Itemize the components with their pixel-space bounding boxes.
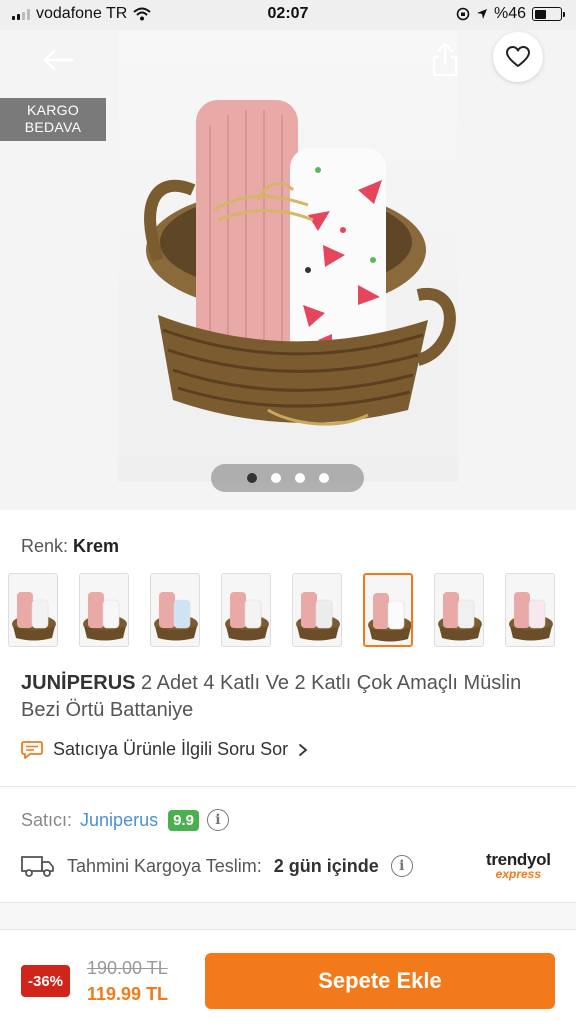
ask-seller-label: Satıcıya Ürünle İlgili Soru Sor xyxy=(53,739,289,759)
carousel-dot-3[interactable] xyxy=(294,473,305,483)
divider xyxy=(0,786,576,787)
brand-name: JUNİPERUS xyxy=(21,672,136,694)
color-variant-thumbnail[interactable] xyxy=(8,573,58,647)
seller-label: Satıcı: xyxy=(21,809,73,830)
variant-image xyxy=(509,592,553,641)
section-separator xyxy=(0,902,576,930)
variant-image xyxy=(154,592,198,641)
carousel-dot-4[interactable] xyxy=(318,473,329,483)
product-photo[interactable] xyxy=(118,30,458,482)
current-price: 119.99 TL xyxy=(87,984,169,1004)
arrow-left-icon xyxy=(43,49,74,71)
variant-image xyxy=(296,592,340,641)
truck-icon xyxy=(21,856,54,877)
color-variant-thumbnail[interactable] xyxy=(363,573,413,647)
seller-row: Satıcı: Juniperus 9.9 i xyxy=(21,809,229,831)
color-variant-thumbnail[interactable] xyxy=(150,573,200,647)
orientation-lock-icon xyxy=(456,7,470,21)
badge-line-2: BEDAVA xyxy=(24,119,82,135)
battery-percent: %46 xyxy=(493,5,526,22)
trendyol-express-logo: trendyol express xyxy=(486,850,551,882)
location-arrow-icon xyxy=(476,9,487,19)
add-to-cart-button[interactable]: Sepete Ekle xyxy=(205,953,555,1009)
carousel-indicator[interactable] xyxy=(211,464,364,492)
badge-line-1: KARGO xyxy=(26,102,80,118)
ask-seller-link[interactable]: Satıcıya Ürünle İlgili Soru Sor xyxy=(21,739,308,760)
product-title: JUNİPERUS 2 Adet 4 Katlı Ve 2 Katlı Çok … xyxy=(21,670,541,724)
share-icon xyxy=(432,42,458,77)
bottom-purchase-bar: -36% 190.00 TL 119.99 TL Sepete Ekle xyxy=(0,930,576,1024)
delivery-label: Tahmini Kargoya Teslim: xyxy=(67,855,262,876)
chat-bubble-icon xyxy=(21,740,43,759)
seller-rating-badge: 9.9 xyxy=(168,809,199,831)
carousel-dot-2[interactable] xyxy=(270,473,281,483)
heart-icon xyxy=(506,46,530,67)
back-button[interactable] xyxy=(38,42,78,78)
color-variant-thumbnail[interactable] xyxy=(292,573,342,647)
variant-image xyxy=(83,592,127,641)
status-right: %46 xyxy=(456,5,565,23)
carousel-dot-1[interactable] xyxy=(246,473,257,483)
discount-badge: -36% xyxy=(21,965,70,997)
delivery-info-icon[interactable]: i xyxy=(390,855,413,877)
old-price: 190.00 TL xyxy=(87,958,168,978)
color-variant-thumbnail[interactable] xyxy=(434,573,484,647)
free-shipping-badge: KARGO BEDAVA xyxy=(0,98,106,141)
delivery-row: Tahmini Kargoya Teslim: 2 gün içinde i xyxy=(21,854,413,878)
variant-image xyxy=(225,592,269,641)
seller-name-link[interactable]: Juniperus xyxy=(80,810,158,831)
share-button[interactable] xyxy=(428,40,462,80)
logo-text-trendyol: trendyol xyxy=(486,850,551,869)
color-variant-thumbnail[interactable] xyxy=(505,573,555,647)
color-label-prefix: Renk: xyxy=(21,536,69,556)
variant-image xyxy=(438,592,482,641)
color-variant-thumbnail[interactable] xyxy=(79,573,129,647)
product-image-carousel[interactable]: KARGO BEDAVA xyxy=(0,0,576,510)
variant-image xyxy=(368,593,411,642)
selected-color-name: Krem xyxy=(73,536,120,556)
color-selector-label: Renk: Krem xyxy=(21,536,119,557)
seller-info-icon[interactable]: i xyxy=(206,809,229,831)
variant-image xyxy=(12,592,56,641)
chevron-right-icon xyxy=(299,743,308,756)
status-bar: vodafone TR 02:07 %46 xyxy=(0,0,576,30)
battery-level xyxy=(534,9,546,19)
color-variant-thumbnail[interactable] xyxy=(221,573,271,647)
logo-text-express: express xyxy=(495,867,542,881)
product-photo-illustration xyxy=(144,100,456,426)
favorite-button[interactable] xyxy=(493,32,543,82)
color-variant-list xyxy=(8,573,555,647)
battery-icon xyxy=(532,7,565,21)
delivery-time: 2 gün içinde xyxy=(273,855,379,876)
